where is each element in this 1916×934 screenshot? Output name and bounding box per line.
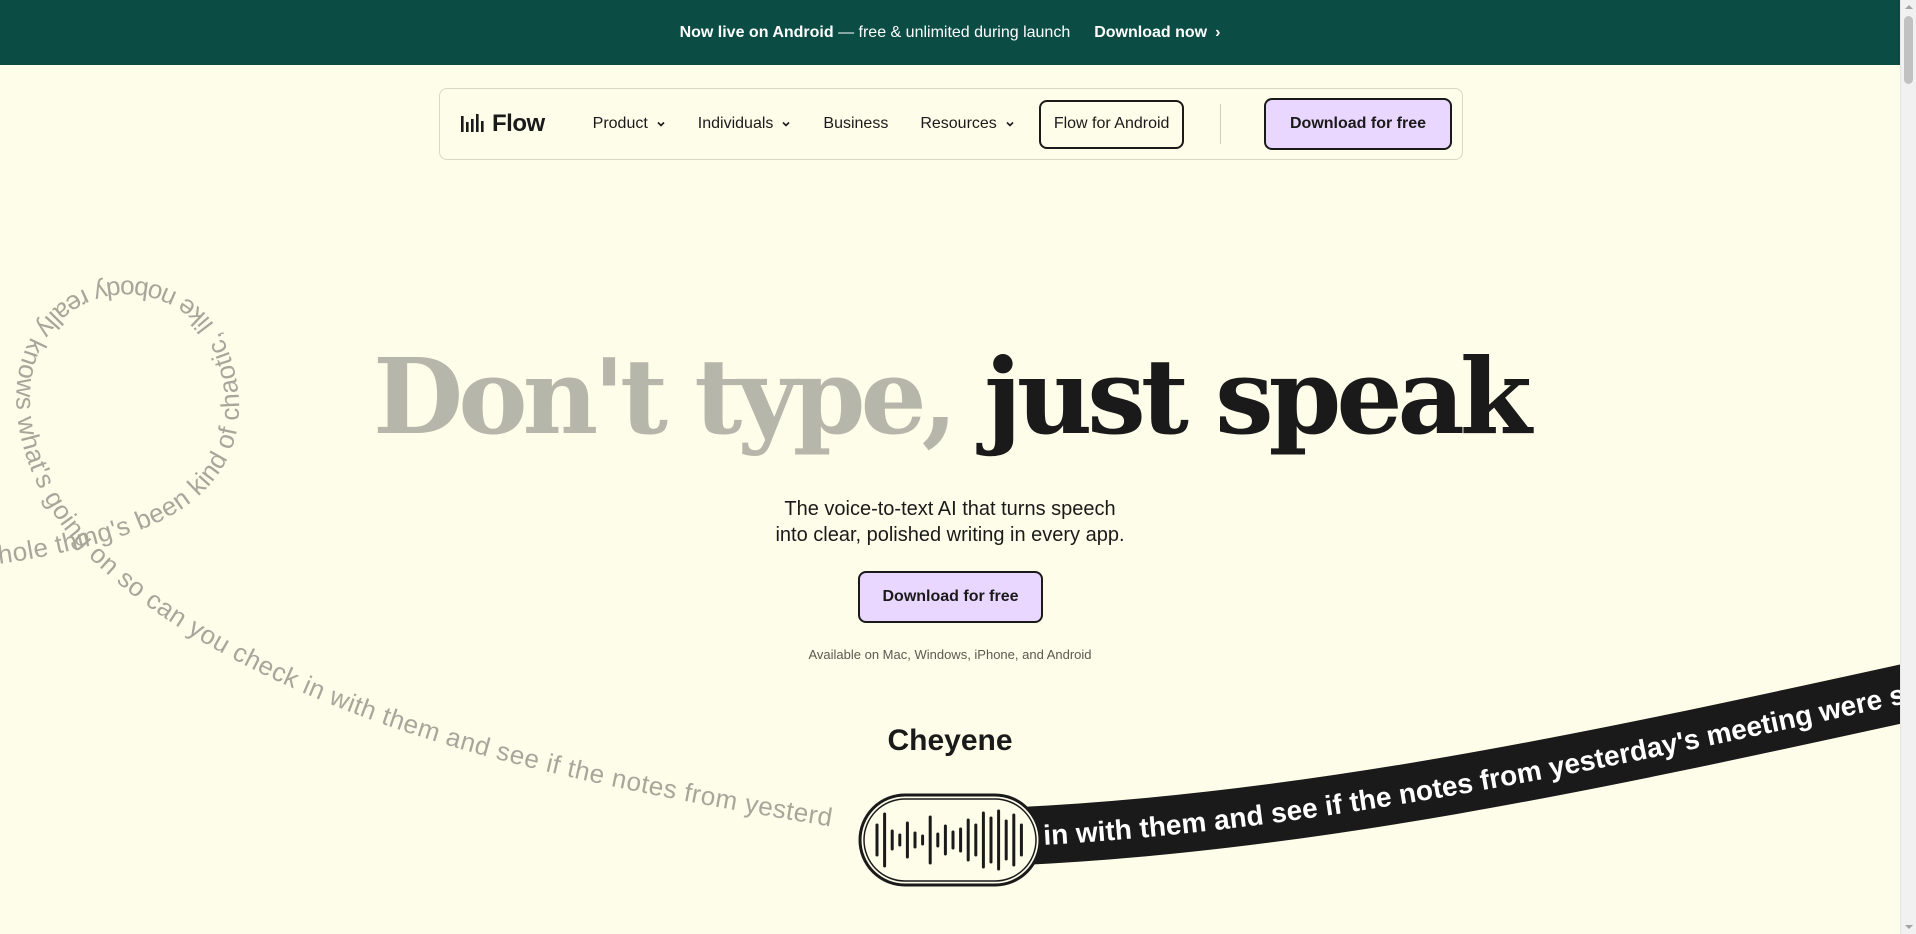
platform-availability: Available on Mac, Windows, iPhone, and A… [808,647,1092,662]
banner-strong-text: Now live on Android [679,23,834,41]
nav-download-button[interactable]: Download for free [1263,98,1452,150]
subhead-line-1: The voice-to-text AI that turns speech [784,498,1116,520]
nav-item-business[interactable]: Business [823,115,888,133]
nav-item-individuals[interactable]: Individuals [698,115,792,133]
logo-text: Flow [492,110,545,137]
nav-item-product[interactable]: Product [593,115,666,133]
page-scrollbar[interactable] [1900,0,1916,934]
hero-download-button[interactable]: Download for free [858,571,1043,623]
chevron-right-icon: › [1215,23,1221,41]
nav-item-label: Individuals [697,115,774,132]
hero-subhead: The voice-to-text AI that turns speech i… [0,496,1900,548]
headline-muted: Don't type, [373,335,958,458]
transcript-ribbon [998,664,1900,866]
banner-download-link[interactable]: Download now › [1094,24,1220,42]
subhead-line-2: into clear, polished writing in every ap… [775,524,1125,546]
scroll-down-icon[interactable] [1905,923,1913,931]
scroll-up-icon[interactable] [1905,3,1913,11]
nav-item-label: Product [592,115,648,132]
nav-item-label: Resources [920,115,997,132]
main-nav: Flow Product Individuals Business Resour… [439,88,1463,160]
waveform-bars-icon [461,114,484,132]
flow-for-android-button[interactable]: Flow for Android [1038,99,1185,149]
hero-headline: Don't type, just speak [0,339,1900,454]
scrollbar-thumb[interactable] [1904,16,1913,84]
nav-item-label: Business [823,115,889,132]
announcement-banner: Now live on Android — free & unlimited d… [0,0,1900,65]
nav-item-resources[interactable]: Resources [920,115,1014,133]
nav-menu: Product Individuals Business Resources F… [593,99,1185,149]
audio-waveform-icon [858,793,1042,887]
nav-divider [1220,104,1222,144]
banner-message: Now live on Android — free & unlimited d… [680,24,1071,42]
headline-dark: just speak [984,335,1532,458]
banner-rest-text: — free & unlimited during launch [833,23,1071,41]
flow-logo[interactable]: Flow [460,110,545,138]
chevron-down-icon [657,121,665,127]
speaker-name: Cheyene [887,724,1013,757]
banner-download-label: Download now [1094,23,1208,41]
chevron-down-icon [782,121,790,127]
chevron-down-icon [1006,121,1014,127]
